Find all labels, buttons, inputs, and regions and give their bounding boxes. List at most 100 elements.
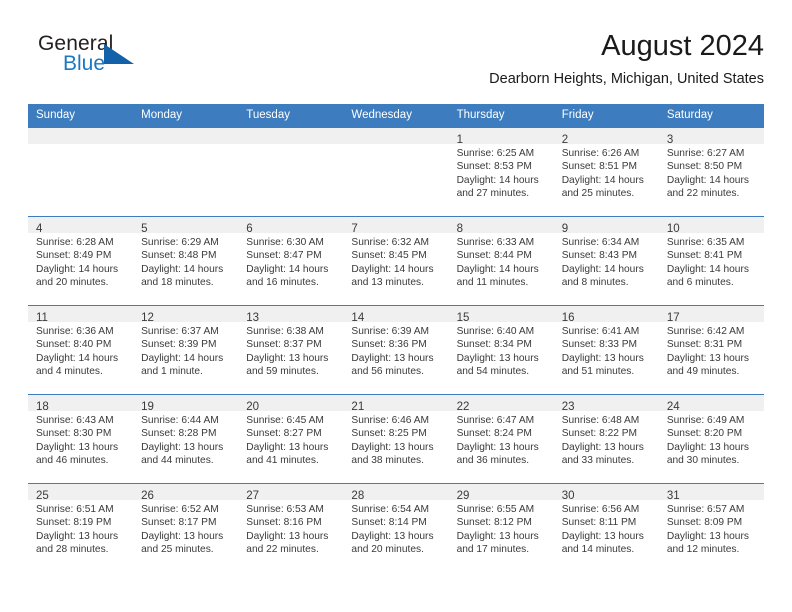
calendar-cell-empty xyxy=(28,127,134,217)
day-number-band: 11 xyxy=(28,306,134,324)
calendar-day-cell[interactable]: 4 Sunrise: 6:28 AM Sunset: 8:49 PM Daylight… xyxy=(28,216,134,306)
sunrise-text: Sunrise: 6:57 AM xyxy=(666,504,745,515)
calendar-day-cell[interactable]: 1 Sunrise: 6:25 AM Sunset: 8:53 PM Daylight… xyxy=(448,127,554,217)
calendar-day-cell[interactable]: 23 Sunrise: 6:48 AM Sunset: 8:22 PM Dayligh… xyxy=(553,394,659,484)
daylight-text-line1: Daylight: 13 hours xyxy=(141,441,224,453)
day-details: Sunrise: 6:37 AM Sunset: 8:39 PM Daylight:… xyxy=(133,322,238,379)
day-details: Sunrise: 6:52 AM Sunset: 8:17 PM Daylight:… xyxy=(133,500,238,557)
sunrise-text: Sunrise: 6:45 AM xyxy=(246,415,324,426)
calendar-day-cell[interactable]: 28 Sunrise: 6:54 AM Sunset: 8:14 PM Dayligh… xyxy=(343,483,449,572)
daylight-text-line1: Daylight: 13 hours xyxy=(246,441,329,453)
daylight-text-line1: Daylight: 14 hours xyxy=(36,352,119,364)
day-number-band: 16 xyxy=(553,306,659,324)
calendar-day-cell[interactable]: 12 Sunrise: 6:37 AM Sunset: 8:39 PM Dayligh… xyxy=(133,305,239,395)
sunset-text: Sunset: 8:30 PM xyxy=(36,428,112,440)
day-details: Sunrise: 6:48 AM Sunset: 8:22 PM Daylight:… xyxy=(554,411,659,468)
sunrise-text: Sunrise: 6:48 AM xyxy=(561,415,640,426)
calendar-day-cell[interactable]: 25 Sunrise: 6:51 AM Sunset: 8:19 PM Dayligh… xyxy=(28,483,134,572)
day-details: Sunrise: 6:54 AM Sunset: 8:14 PM Daylight:… xyxy=(343,500,448,557)
daylight-text-line1: Daylight: 13 hours xyxy=(351,352,434,364)
day-number: 5 xyxy=(141,223,148,235)
day-details: Sunrise: 6:53 AM Sunset: 8:16 PM Daylight:… xyxy=(238,500,343,557)
calendar-week-row: 1 Sunrise: 6:25 AM Sunset: 8:53 PM Daylight… xyxy=(28,127,764,217)
daylight-text-line2: and 11 minutes. xyxy=(456,277,529,289)
sunset-text: Sunset: 8:28 PM xyxy=(141,428,217,440)
calendar-day-cell[interactable]: 31 Sunrise: 6:57 AM Sunset: 8:09 PM Dayligh… xyxy=(658,483,764,572)
calendar-day-cell[interactable]: 3 Sunrise: 6:27 AM Sunset: 8:50 PM Daylight… xyxy=(658,127,764,217)
daylight-text-line1: Daylight: 14 hours xyxy=(141,263,224,275)
daylight-text-line1: Daylight: 14 hours xyxy=(561,174,644,186)
calendar-day-cell[interactable]: 17 Sunrise: 6:42 AM Sunset: 8:31 PM Dayligh… xyxy=(658,305,764,395)
day-details: Sunrise: 6:35 AM Sunset: 8:41 PM Daylight:… xyxy=(659,233,764,290)
day-number-band: 3 xyxy=(658,128,764,146)
sunrise-text: Sunrise: 6:43 AM xyxy=(36,415,114,426)
day-number-band: 13 xyxy=(238,306,344,324)
daylight-text-line1: Daylight: 13 hours xyxy=(36,530,119,542)
day-number: 24 xyxy=(666,401,680,413)
calendar-day-cell[interactable]: 22 Sunrise: 6:47 AM Sunset: 8:24 PM Dayligh… xyxy=(448,394,554,484)
calendar-day-cell[interactable]: 13 Sunrise: 6:38 AM Sunset: 8:37 PM Dayligh… xyxy=(238,305,344,395)
calendar-day-cell[interactable]: 14 Sunrise: 6:39 AM Sunset: 8:36 PM Dayligh… xyxy=(343,305,449,395)
calendar-day-cell[interactable]: 9 Sunrise: 6:34 AM Sunset: 8:43 PM Daylight… xyxy=(553,216,659,306)
day-number: 17 xyxy=(666,312,680,324)
calendar-day-cell[interactable]: 21 Sunrise: 6:46 AM Sunset: 8:25 PM Dayligh… xyxy=(343,394,449,484)
sunrise-text: Sunrise: 6:34 AM xyxy=(561,237,640,248)
daylight-text-line1: Daylight: 14 hours xyxy=(141,352,224,364)
calendar-day-cell[interactable]: 19 Sunrise: 6:44 AM Sunset: 8:28 PM Dayligh… xyxy=(133,394,239,484)
day-number-band: 6 xyxy=(238,217,344,235)
day-details: Sunrise: 6:46 AM Sunset: 8:25 PM Daylight:… xyxy=(343,411,448,468)
daylight-text-line2: and 22 minutes. xyxy=(246,544,319,556)
calendar-day-cell[interactable]: 30 Sunrise: 6:56 AM Sunset: 8:11 PM Dayligh… xyxy=(553,483,659,572)
daylight-text-line2: and 30 minutes. xyxy=(666,455,740,467)
daylight-text-line1: Daylight: 14 hours xyxy=(351,263,434,275)
sunset-text: Sunset: 8:47 PM xyxy=(246,250,322,262)
sunset-text: Sunset: 8:44 PM xyxy=(456,250,532,262)
day-number: 3 xyxy=(666,134,674,146)
calendar-day-cell[interactable]: 27 Sunrise: 6:53 AM Sunset: 8:16 PM Dayligh… xyxy=(238,483,344,572)
calendar-day-cell[interactable]: 16 Sunrise: 6:41 AM Sunset: 8:33 PM Dayligh… xyxy=(553,305,659,395)
brand-logo[interactable]: General Blue xyxy=(28,32,228,88)
sunrise-text: Sunrise: 6:36 AM xyxy=(36,326,114,337)
day-number-band: 5 xyxy=(133,217,239,235)
daylight-text-line2: and 49 minutes. xyxy=(666,366,740,378)
calendar-day-cell[interactable]: 20 Sunrise: 6:45 AM Sunset: 8:27 PM Dayligh… xyxy=(238,394,344,484)
sunset-text: Sunset: 8:53 PM xyxy=(456,161,532,173)
calendar-day-cell[interactable]: 7 Sunrise: 6:32 AM Sunset: 8:45 PM Daylight… xyxy=(343,216,449,306)
calendar-day-cell[interactable]: 5 Sunrise: 6:29 AM Sunset: 8:48 PM Daylight… xyxy=(133,216,239,306)
daylight-text-line2: and 1 minute. xyxy=(141,366,203,378)
day-number: 22 xyxy=(456,401,470,413)
day-number: 27 xyxy=(246,490,260,502)
day-number: 1 xyxy=(456,134,463,146)
sunrise-text: Sunrise: 6:40 AM xyxy=(456,326,535,337)
calendar-day-cell[interactable]: 15 Sunrise: 6:40 AM Sunset: 8:34 PM Dayligh… xyxy=(448,305,554,395)
day-number: 13 xyxy=(246,312,260,324)
sunrise-text: Sunrise: 6:30 AM xyxy=(246,237,324,248)
daylight-text-line2: and 59 minutes. xyxy=(246,366,319,378)
day-number-band: 8 xyxy=(448,217,554,235)
day-details: Sunrise: 6:40 AM Sunset: 8:34 PM Daylight:… xyxy=(449,322,554,379)
calendar-day-cell[interactable]: 10 Sunrise: 6:35 AM Sunset: 8:41 PM Dayligh… xyxy=(658,216,764,306)
sunrise-text: Sunrise: 6:29 AM xyxy=(141,237,219,248)
calendar-day-cell[interactable]: 26 Sunrise: 6:52 AM Sunset: 8:17 PM Dayligh… xyxy=(133,483,239,572)
day-number-band: 15 xyxy=(448,306,554,324)
daylight-text-line2: and 8 minutes. xyxy=(561,277,629,289)
calendar-day-cell[interactable]: 6 Sunrise: 6:30 AM Sunset: 8:47 PM Daylight… xyxy=(238,216,344,306)
weekday-header-monday: Monday xyxy=(133,104,239,128)
day-number-band: 10 xyxy=(658,217,764,235)
sunset-text: Sunset: 8:37 PM xyxy=(246,339,322,351)
day-details: Sunrise: 6:28 AM Sunset: 8:49 PM Daylight:… xyxy=(28,233,133,290)
triangle-flag-icon xyxy=(104,44,134,64)
calendar-day-cell[interactable]: 11 Sunrise: 6:36 AM Sunset: 8:40 PM Dayligh… xyxy=(28,305,134,395)
day-details: Sunrise: 6:41 AM Sunset: 8:33 PM Daylight:… xyxy=(554,322,659,379)
day-details: Sunrise: 6:33 AM Sunset: 8:44 PM Daylight:… xyxy=(449,233,554,290)
sunrise-text: Sunrise: 6:55 AM xyxy=(456,504,535,515)
calendar-day-cell[interactable]: 24 Sunrise: 6:49 AM Sunset: 8:20 PM Dayligh… xyxy=(658,394,764,484)
day-number-band xyxy=(28,128,134,144)
calendar-day-cell[interactable]: 8 Sunrise: 6:33 AM Sunset: 8:44 PM Daylight… xyxy=(448,216,554,306)
calendar-day-cell[interactable]: 18 Sunrise: 6:43 AM Sunset: 8:30 PM Dayligh… xyxy=(28,394,134,484)
day-number: 19 xyxy=(141,401,154,413)
sunset-text: Sunset: 8:22 PM xyxy=(561,428,638,440)
calendar-day-cell[interactable]: 29 Sunrise: 6:55 AM Sunset: 8:12 PM Dayligh… xyxy=(448,483,554,572)
calendar-day-cell[interactable]: 2 Sunrise: 6:26 AM Sunset: 8:51 PM Daylight… xyxy=(553,127,659,217)
sunrise-text: Sunrise: 6:25 AM xyxy=(456,148,535,159)
